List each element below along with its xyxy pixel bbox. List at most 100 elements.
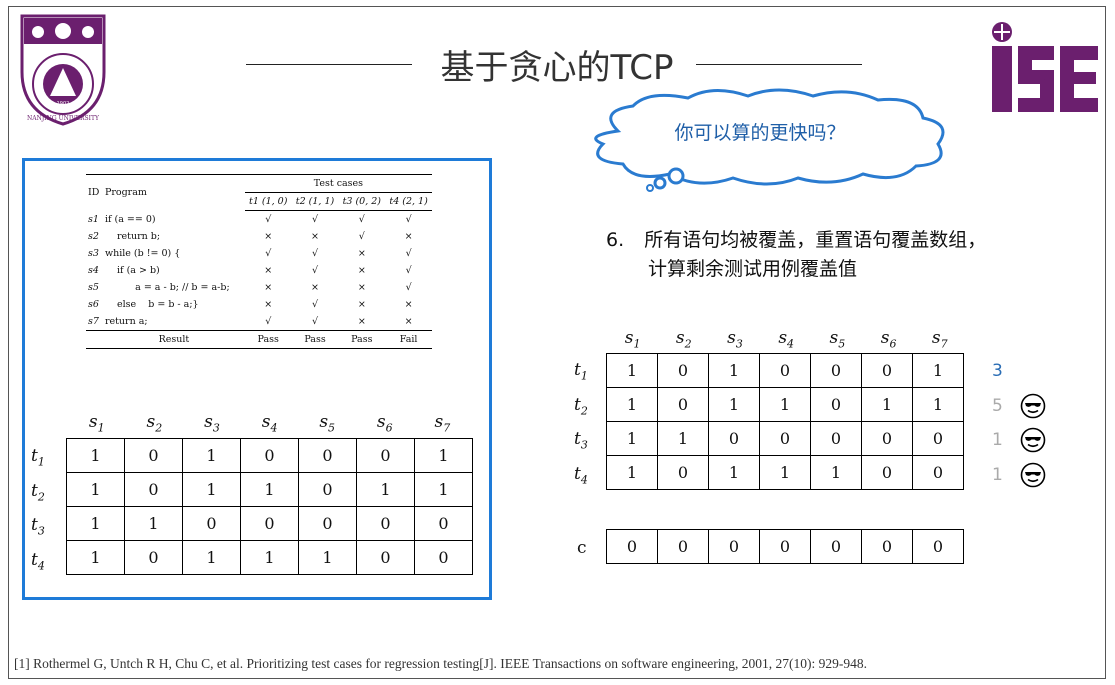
title-rule-left [246, 64, 412, 65]
row-label-t1: t1 [31, 446, 45, 469]
coverage-mark: × [404, 316, 413, 327]
result-cell: Pass [291, 330, 339, 349]
matrix-cell: 1 [606, 455, 658, 490]
result-cell: Fail [385, 330, 432, 349]
matrix-cell: 0 [759, 421, 811, 456]
matrix-row: 0000000 [606, 529, 964, 564]
matrix-cell: 1 [66, 506, 125, 541]
program-header: Program [102, 174, 245, 211]
matrix-cell: 0 [861, 455, 913, 490]
matrix-cell: 1 [912, 387, 964, 422]
matrix-cell: 0 [356, 506, 415, 541]
reference-citation: [1] Rothermel G, Untch R H, Chu C, et al… [14, 656, 867, 671]
matrix-cell: 1 [759, 455, 811, 490]
c-coverage-array: 0000000 [606, 529, 964, 564]
coverage-score: 3 [992, 361, 1003, 381]
cloud-question: 你可以算的更快吗？ [674, 122, 846, 144]
page-title: 基于贪心的TCP [440, 48, 674, 88]
matrix-row: 1010001 [606, 353, 964, 388]
coverage-mark: × [264, 231, 273, 242]
coverage-mark: √ [265, 316, 272, 327]
matrix-cell: 1 [708, 455, 760, 490]
matrix-cell: 0 [861, 421, 913, 456]
statement-id: s5 [88, 282, 99, 293]
paper-table-row: s2 return b; × × √ × [86, 228, 432, 245]
column-header-s5: s5 [829, 328, 846, 351]
column-header-s1: s1 [624, 328, 641, 351]
matrix-cell: 1 [414, 472, 473, 507]
column-header-s7: s7 [434, 412, 451, 435]
ise-logo: iSE [992, 22, 1098, 112]
matrix-cell: 0 [606, 529, 658, 564]
statement-code: if (a == 0) [104, 213, 156, 225]
sunglasses-smiley-icon [1020, 393, 1046, 418]
column-header-s4: s4 [778, 328, 795, 351]
matrix-cell: 1 [657, 421, 709, 456]
statement-code: a = a - b; // b = a-b; [104, 282, 230, 293]
matrix-cell: 0 [657, 353, 709, 388]
matrix-row: 1100000 [606, 421, 964, 456]
statement-id: s6 [88, 299, 99, 310]
sunglasses-smiley-icon [1020, 462, 1046, 487]
matrix-cell: 0 [810, 353, 862, 388]
statement-code: return b; [104, 231, 161, 242]
matrix-cell: 0 [810, 529, 862, 564]
statement-code: return a; [104, 316, 148, 327]
coverage-mark: √ [405, 214, 412, 225]
matrix-cell: 1 [298, 540, 357, 575]
matrix-cell: 0 [759, 353, 811, 388]
title-rule-right [696, 64, 862, 65]
coverage-mark: × [264, 265, 273, 276]
matrix-cell: 1 [708, 353, 760, 388]
paper-table-row: s4 if (a > b) × √ × √ [86, 262, 432, 279]
matrix-cell: 0 [182, 506, 241, 541]
matrix-cell: 1 [861, 387, 913, 422]
paper-table-row: s3 while (b != 0) {√ √ × √ [86, 245, 432, 262]
matrix-cell: 1 [240, 472, 299, 507]
matrix-cell: 0 [298, 506, 357, 541]
coverage-mark: √ [358, 214, 365, 225]
matrix-cell: 0 [124, 540, 183, 575]
tc-header: t3 (0, 2) [338, 192, 386, 211]
matrix-cell: 1 [708, 387, 760, 422]
svg-text:NANJING UNIVERSITY: NANJING UNIVERSITY [27, 115, 100, 122]
coverage-mark: √ [311, 265, 319, 276]
coverage-mark: √ [265, 248, 272, 259]
column-header-s2: s2 [675, 328, 692, 351]
coverage-mark: √ [358, 231, 365, 242]
step-text-line2: 计算剩余测试用例覆盖值 [648, 258, 858, 280]
matrix-cell: 0 [810, 387, 862, 422]
coverage-score: 1 [992, 430, 1003, 450]
row-label-t3: t3 [31, 515, 45, 538]
sunglasses-smiley-icon [1020, 427, 1046, 453]
matrix-row: 1100000 [66, 506, 473, 541]
matrix-cell: 0 [912, 421, 964, 456]
matrix-cell: 1 [66, 438, 125, 473]
matrix-cell: 0 [356, 540, 415, 575]
step-note: 6. 所有语句均被覆盖，重置语句覆盖数组， 计算剩余测试用例覆盖值 [606, 226, 986, 284]
matrix-cell: 1 [182, 438, 241, 473]
column-header-s7: s7 [931, 328, 948, 351]
column-header-s3: s3 [727, 328, 743, 351]
matrix-cell: 1 [606, 387, 658, 422]
matrix-cell: 1 [356, 472, 415, 507]
coverage-mark: × [357, 316, 366, 327]
coverage-score: 1 [992, 464, 1003, 485]
matrix-cell: 0 [414, 506, 473, 541]
matrix-cell: 0 [912, 455, 964, 490]
coverage-mark: √ [311, 316, 319, 327]
matrix-row: 1011011 [66, 472, 473, 507]
matrix-cell: 0 [298, 472, 357, 507]
coverage-mark: √ [311, 299, 319, 310]
matrix-cell: 0 [708, 421, 760, 456]
matrix-cell: 1 [606, 421, 658, 456]
column-header-s3: s3 [204, 412, 220, 435]
tc-header: t1 (1, 0) [244, 192, 292, 211]
coverage-mark: × [311, 231, 319, 242]
matrix-row: 1010001 [66, 438, 473, 473]
matrix-row: 1011011 [606, 387, 964, 422]
matrix-cell: 1 [66, 472, 125, 507]
matrix-cell: 0 [124, 472, 183, 507]
row-label-t4: t4 [574, 463, 588, 486]
paper-coverage-table: ID Program Test cases t1 (1, 0) t2 (1, 1… [86, 174, 432, 349]
